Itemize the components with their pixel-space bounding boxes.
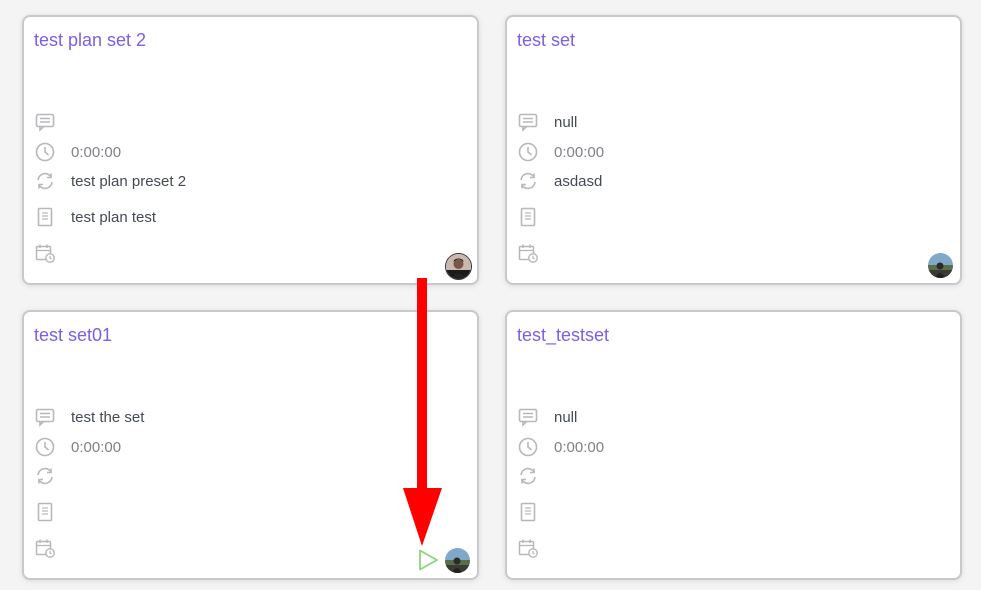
avatar[interactable] [928,253,953,278]
card-title[interactable]: test_testset [517,325,609,346]
play-icon[interactable] [416,548,440,572]
card-title[interactable]: test set [517,30,575,51]
duration-text: 0:00:00 [554,143,605,161]
duration-text: 0:00:00 [71,438,122,456]
clock-icon [34,436,56,458]
comment-icon [517,406,539,428]
clock-icon [517,141,539,163]
plan-text: test plan test [71,208,157,226]
preset-text: test plan preset 2 [71,172,187,190]
comment-icon [34,406,56,428]
refresh-icon [34,465,56,487]
clock-icon [34,141,56,163]
document-icon [517,206,539,228]
test-set-card[interactable]: test_testset null 0:00:00 [505,310,962,580]
document-icon [34,206,56,228]
document-icon [517,501,539,523]
clock-icon [517,436,539,458]
test-set-card[interactable]: test set null 0:00:00 asdasd [505,15,962,285]
duration-text: 0:00:00 [71,143,122,161]
avatar[interactable] [445,548,470,573]
test-set-card[interactable]: test set01 test the set 0:00:00 [22,310,479,580]
test-set-card[interactable]: test plan set 2 0:00:00 test plan preset… [22,15,479,285]
duration-text: 0:00:00 [554,438,605,456]
card-title[interactable]: test plan set 2 [34,30,146,51]
card-title[interactable]: test set01 [34,325,112,346]
comment-icon [34,111,56,133]
calendar-clock-icon [34,242,56,264]
refresh-icon [517,465,539,487]
comment-text: null [554,408,578,426]
calendar-clock-icon [517,537,539,559]
calendar-clock-icon [34,537,56,559]
comment-text: null [554,113,578,131]
avatar[interactable] [445,253,472,280]
comment-icon [517,111,539,133]
refresh-icon [517,170,539,192]
refresh-icon [34,170,56,192]
calendar-clock-icon [517,242,539,264]
document-icon [34,501,56,523]
preset-text: asdasd [554,172,603,190]
comment-text: test the set [71,408,145,426]
